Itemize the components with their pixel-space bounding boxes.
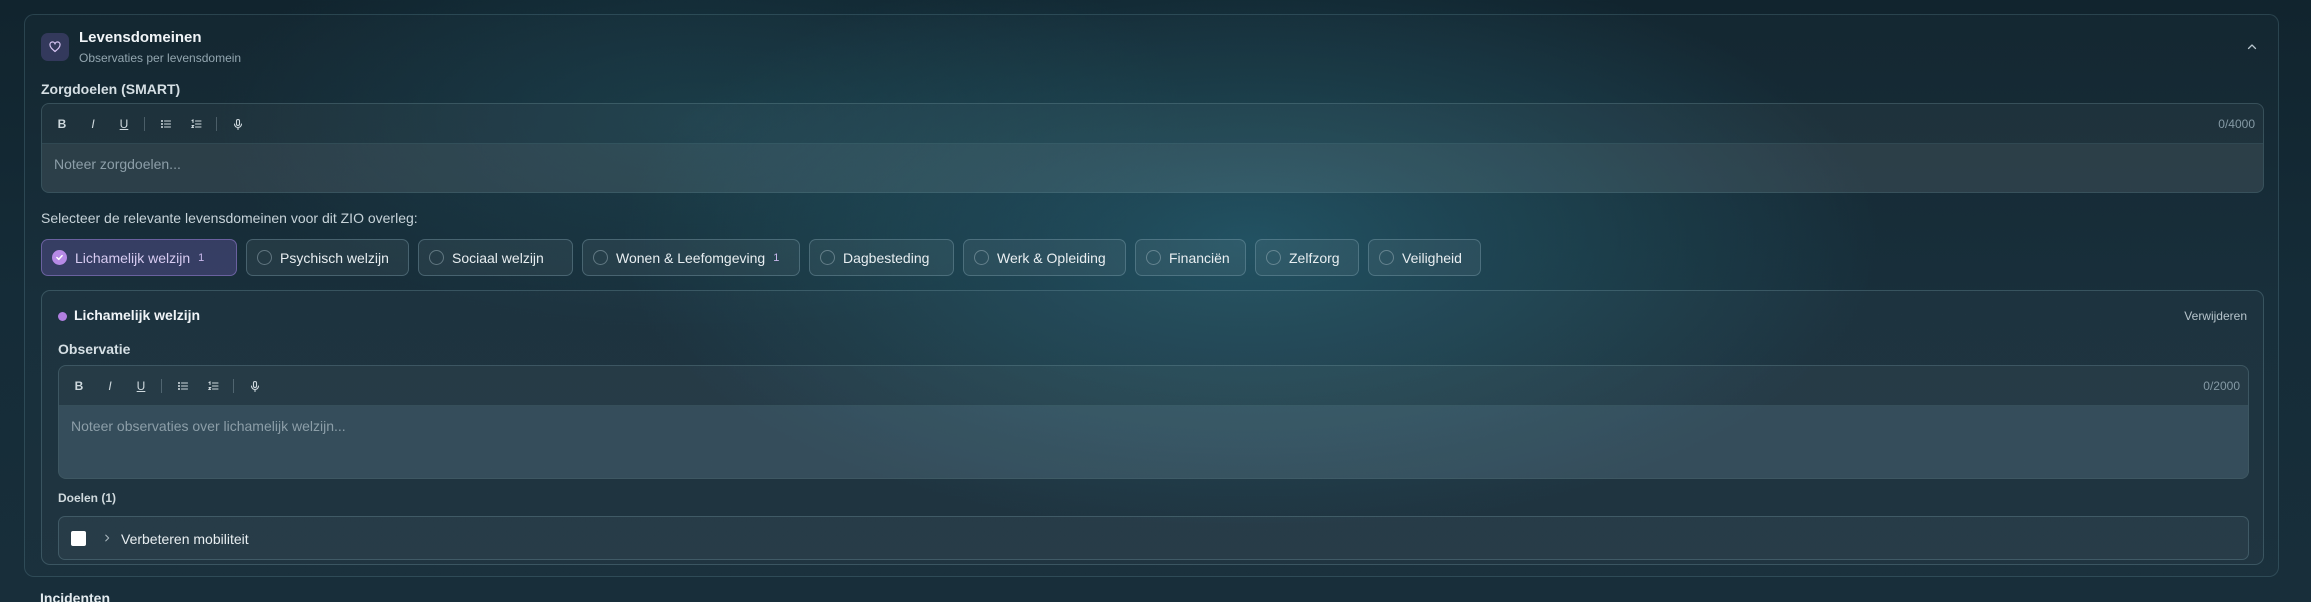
domain-chip-label: Lichamelijk welzijn [75,249,191,266]
care-goals-label: Zorgdoelen (SMART) [41,81,181,97]
goal-item[interactable]: Verbeteren mobiliteit [58,516,2249,560]
italic-button[interactable]: I [83,114,103,134]
domain-chip-label: Dagbesteding [843,249,930,266]
goals-label: Doelen (1) [58,491,117,505]
microphone-icon[interactable] [228,114,248,134]
observation-editor: B I U 0/2000 Noteer observaties over lic… [58,365,2249,479]
heart-icon [41,33,69,61]
chevron-up-icon[interactable] [2240,35,2264,59]
domain-chip-label: Wonen & Leefomgeving [616,249,766,266]
bold-button[interactable]: B [69,376,89,396]
domain-chip[interactable]: Dagbesteding [809,239,954,276]
observation-label: Observatie [58,341,131,357]
domain-chip-label: Sociaal welzijn [452,249,544,266]
domain-chip[interactable]: Psychisch welzijn [246,239,409,276]
bullet-list-icon[interactable] [173,376,193,396]
check-circle-icon [52,250,67,265]
domain-chip[interactable]: Financiën [1135,239,1246,276]
circle-icon [429,250,444,265]
goal-checkbox[interactable] [71,531,86,546]
circle-icon [257,250,272,265]
numbered-list-icon[interactable] [203,376,223,396]
domain-chip[interactable]: Lichamelijk welzijn 1 [41,239,237,276]
section-title: Levensdomeinen [79,29,202,46]
observation-placeholder: Noteer observaties over lichamelijk welz… [71,418,346,434]
domain-chip-count: 1 [773,251,780,264]
toolbar-divider [233,379,234,393]
section-header[interactable]: Levensdomeinen Observaties per levensdom… [41,29,2264,71]
toolbar-divider [216,117,217,131]
character-counter: 0/2000 [2203,379,2240,393]
section-subtitle: Observaties per levensdomein [79,51,242,65]
life-domains-panel: Levensdomeinen Observaties per levensdom… [24,14,2279,577]
domain-chip[interactable]: Zelfzorg [1255,239,1359,276]
observation-input[interactable]: Noteer observaties over lichamelijk welz… [59,406,2248,478]
incidents-heading: Incidenten [40,590,111,602]
domain-chip-label: Psychisch welzijn [280,249,389,266]
care-goals-placeholder: Noteer zorgdoelen... [54,156,181,172]
domain-card-title: Lichamelijk welzijn [74,307,201,323]
domain-chip-label: Financiën [1169,249,1230,266]
toolbar-divider [161,379,162,393]
editor-toolbar: B I U 0/4000 [42,104,2263,144]
domain-color-dot [58,312,67,321]
care-goals-editor: B I U 0/4000 Noteer zorgdoelen... [41,103,2264,193]
domain-chip[interactable]: Werk & Opleiding [963,239,1126,276]
domain-chip-label: Werk & Opleiding [997,249,1106,266]
numbered-list-icon[interactable] [186,114,206,134]
circle-icon [974,250,989,265]
toolbar-divider [144,117,145,131]
underline-button[interactable]: U [131,376,151,396]
domain-chip-label: Veiligheid [1402,249,1462,266]
microphone-icon[interactable] [245,376,265,396]
goal-label: Verbeteren mobiliteit [121,531,249,547]
domain-chip[interactable]: Sociaal welzijn [418,239,573,276]
domain-chip[interactable]: Wonen & Leefomgeving 1 [582,239,800,276]
care-goals-input[interactable]: Noteer zorgdoelen... [42,144,2263,192]
domain-chip-count: 1 [198,251,205,264]
domain-card-lichamelijk-welzijn: Lichamelijk welzijn Verwijderen Observat… [41,290,2264,565]
circle-icon [1266,250,1281,265]
italic-button[interactable]: I [100,376,120,396]
circle-icon [1146,250,1161,265]
circle-icon [593,250,608,265]
bullet-list-icon[interactable] [156,114,176,134]
domains-prompt: Selecteer de relevante levensdomeinen vo… [41,210,418,226]
bold-button[interactable]: B [52,114,72,134]
circle-icon [820,250,835,265]
underline-button[interactable]: U [114,114,134,134]
remove-domain-button[interactable]: Verwijderen [2184,309,2247,323]
domain-chip-label: Zelfzorg [1289,249,1340,266]
character-counter: 0/4000 [2218,117,2255,131]
domain-chip[interactable]: Veiligheid [1368,239,1481,276]
circle-icon [1379,250,1394,265]
editor-toolbar: B I U 0/2000 [59,366,2248,406]
chevron-right-icon[interactable] [99,530,115,546]
